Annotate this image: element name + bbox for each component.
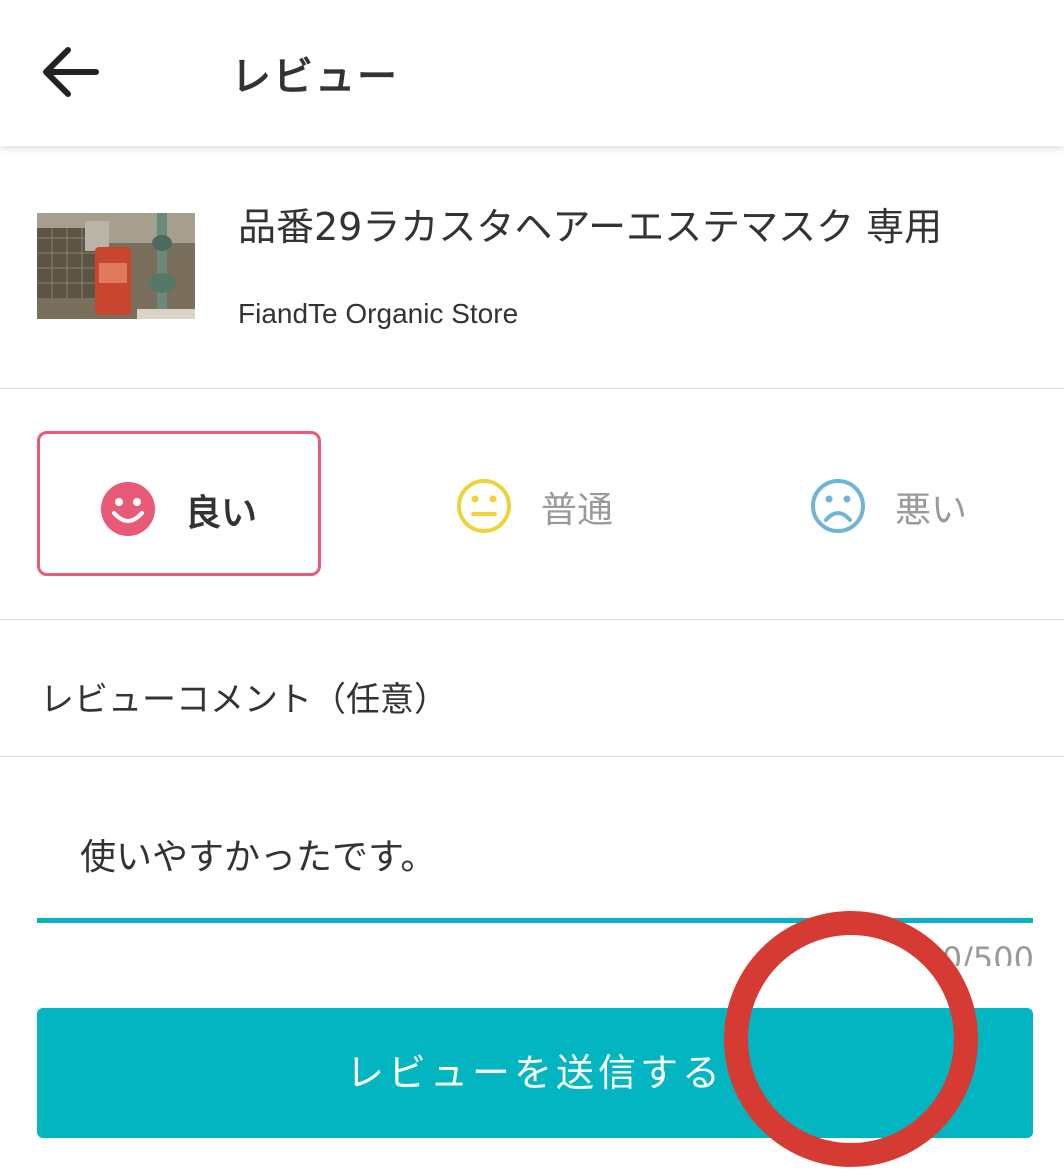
shop-name: FiandTe Organic Store — [238, 298, 519, 329]
comment-label: レビューコメント（任意） — [40, 680, 448, 720]
page-title: レビュー — [231, 54, 399, 100]
character-counter: 10/500 — [921, 940, 1034, 966]
product-name: 品番29ラカスタヘアーエステマスク 専用 — [238, 205, 943, 249]
rating-good-option[interactable]: 良い — [37, 431, 321, 576]
comment-section-header: レビューコメント（任意） — [0, 620, 1064, 757]
neutral-face-icon — [457, 479, 511, 533]
product-summary: 品番29ラカスタヘアーエステマスク 専用 FiandTe Organic Sto… — [0, 148, 1064, 389]
rating-neutral-option[interactable]: 普通 — [396, 431, 680, 576]
rating-good-label: 良い — [185, 493, 258, 534]
rating-selector: 良い 普通 悪い — [0, 389, 1064, 620]
comment-input[interactable]: 使いやすかったです。 — [80, 828, 436, 880]
sad-face-icon — [811, 479, 865, 533]
smile-face-icon — [101, 482, 155, 536]
rating-bad-option[interactable]: 悪い — [750, 431, 1034, 576]
product-thumbnail — [37, 213, 195, 319]
arrow-left-icon[interactable] — [38, 40, 102, 104]
rating-neutral-label: 普通 — [541, 490, 614, 531]
submit-review-button[interactable]: レビューを送信する — [37, 1008, 1033, 1138]
rating-bad-label: 悪い — [895, 490, 968, 531]
comment-input-underline — [37, 918, 1033, 923]
app-header: レビュー — [0, 0, 1064, 146]
